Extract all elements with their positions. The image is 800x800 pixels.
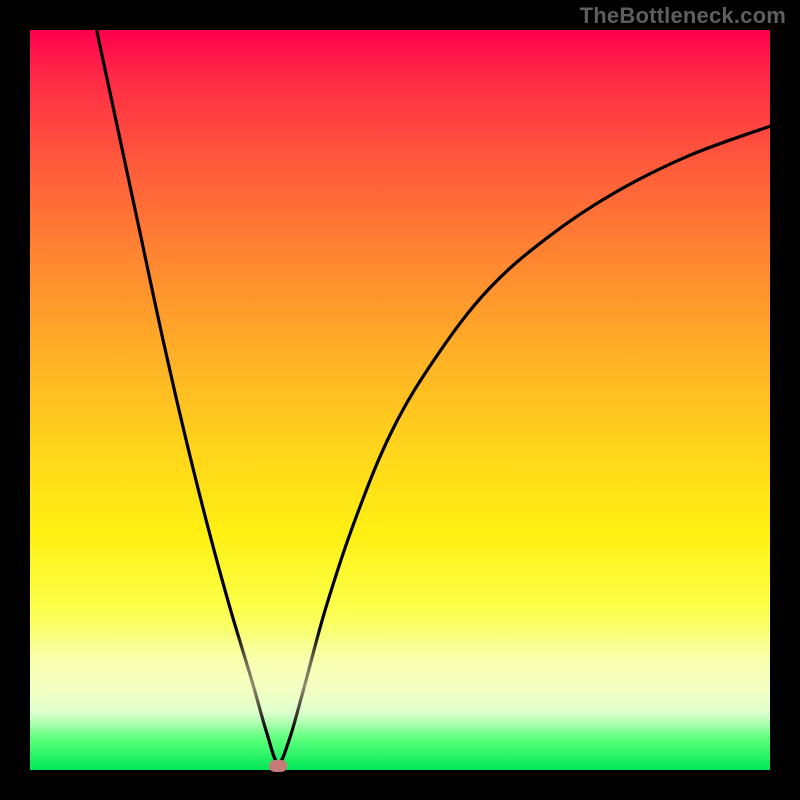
watermark-text: TheBottleneck.com xyxy=(580,3,786,29)
plot-area xyxy=(30,30,770,770)
bottleneck-curve xyxy=(30,30,770,770)
chart-frame: TheBottleneck.com xyxy=(0,0,800,800)
minimum-marker xyxy=(269,760,287,772)
